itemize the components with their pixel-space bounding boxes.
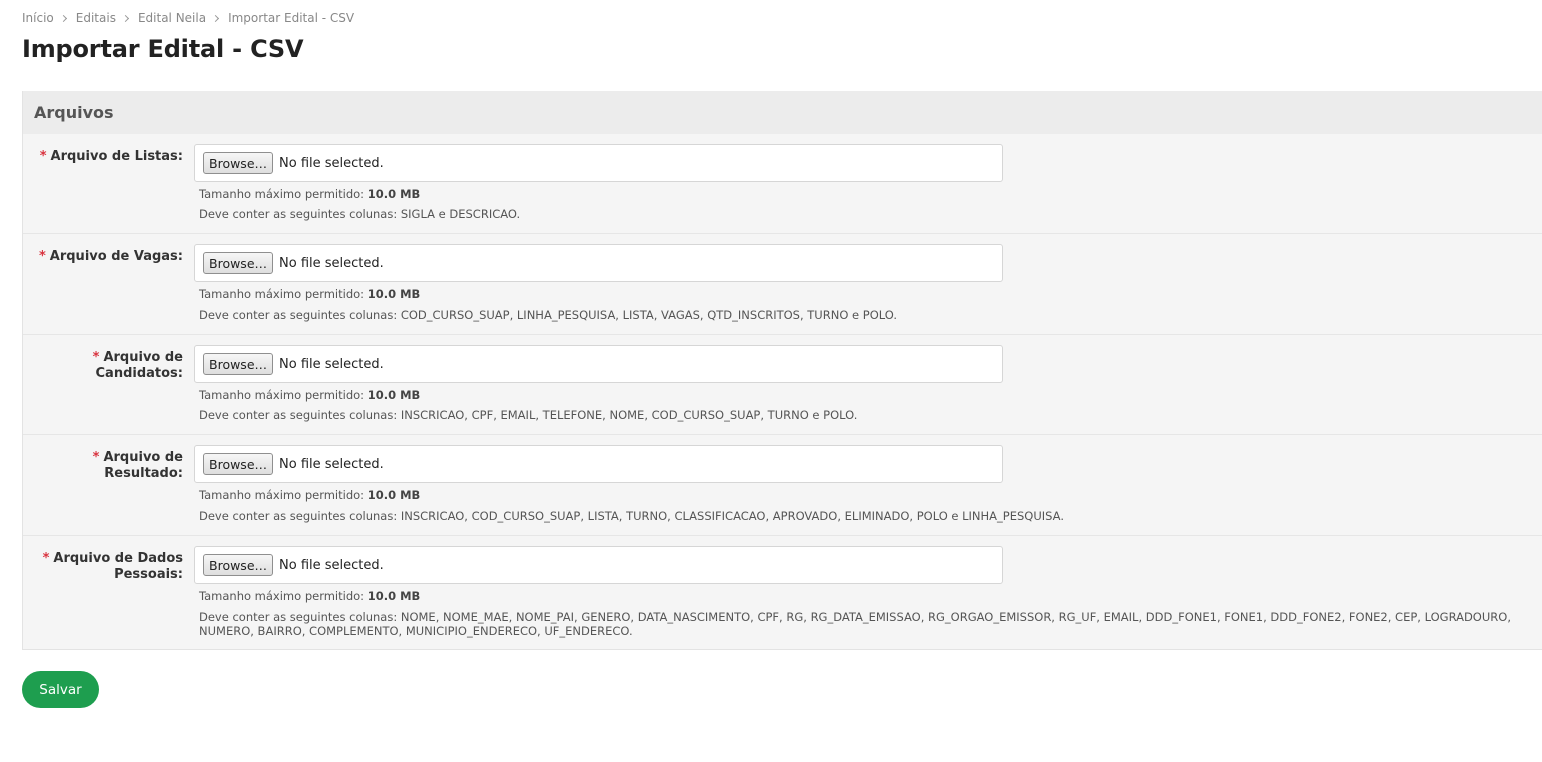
file-input-listas[interactable]: Browse… No file selected. [194, 144, 1003, 182]
field-label-vagas: * Arquivo de Vagas: [38, 249, 183, 264]
form-row-vagas: * Arquivo de Vagas: Browse… No file selec… [23, 234, 1542, 335]
max-size-hint: Tamanho máximo permitido: 10.0 MB [199, 488, 421, 502]
browse-button[interactable]: Browse… [203, 554, 274, 576]
file-status-text: No file selected. [279, 456, 384, 472]
field-label-listas: * Arquivo de Listas: [39, 149, 183, 164]
chevron-right-icon [121, 14, 129, 22]
required-mark: * [39, 149, 47, 164]
save-button[interactable]: Salvar [22, 671, 99, 708]
fieldset-legend: Arquivos [23, 91, 1542, 134]
columns-hint: Deve conter as seguintes colunas: NOME, … [199, 610, 1511, 638]
file-input-resultado[interactable]: Browse… No file selected. [194, 445, 1003, 483]
max-size-hint: Tamanho máximo permitido: 10.0 MB [199, 589, 421, 603]
breadcrumb-link-editais[interactable]: Editais [76, 11, 116, 25]
files-fieldset: Arquivos * Arquivo de Listas: Browse… No … [22, 91, 1542, 650]
file-status-text: No file selected. [279, 255, 384, 271]
columns-hint: Deve conter as seguintes colunas: COD_CU… [199, 308, 897, 322]
chevron-right-icon [212, 14, 220, 22]
file-status-text: No file selected. [279, 557, 384, 573]
breadcrumb: Início Editais Edital Neila Importar Edi… [22, 11, 354, 25]
file-input-dados-pessoais[interactable]: Browse… No file selected. [194, 546, 1003, 584]
file-status-text: No file selected. [279, 356, 384, 372]
max-size-hint: Tamanho máximo permitido: 10.0 MB [199, 287, 421, 301]
max-size-hint: Tamanho máximo permitido: 10.0 MB [199, 388, 421, 402]
file-input-candidatos[interactable]: Browse… No file selected. [194, 345, 1003, 383]
page-title: Importar Edital - CSV [22, 35, 304, 63]
file-input-vagas[interactable]: Browse… No file selected. [194, 244, 1003, 282]
required-mark: * [92, 350, 100, 365]
required-mark: * [92, 450, 100, 465]
field-label-resultado: * Arquivo de Resultado: [92, 450, 183, 481]
browse-button[interactable]: Browse… [203, 152, 274, 174]
breadcrumb-link-inicio[interactable]: Início [22, 11, 54, 25]
form-row-listas: * Arquivo de Listas: Browse… No file sele… [23, 134, 1542, 234]
columns-hint: Deve conter as seguintes colunas: INSCRI… [199, 509, 1064, 523]
file-status-text: No file selected. [279, 155, 384, 171]
required-mark: * [38, 249, 46, 264]
columns-hint: Deve conter as seguintes colunas: INSCRI… [199, 408, 858, 422]
form-row-candidatos: * Arquivo de Candidatos: Browse… No file s… [23, 335, 1542, 435]
browse-button[interactable]: Browse… [203, 252, 274, 274]
browse-button[interactable]: Browse… [203, 353, 274, 375]
field-label-dados-pessoais: * Arquivo de Dados Pessoais: [42, 551, 183, 582]
field-label-candidatos: * Arquivo de Candidatos: [92, 350, 183, 381]
breadcrumb-current: Importar Edital - CSV [228, 11, 355, 25]
max-size-hint: Tamanho máximo permitido: 10.0 MB [199, 187, 421, 201]
form-row-resultado: * Arquivo de Resultado: Browse… No file s… [23, 435, 1542, 536]
browse-button[interactable]: Browse… [203, 453, 274, 475]
required-mark: * [42, 551, 50, 566]
form-row-dados-pessoais: * Arquivo de Dados Pessoais: Browse… No fi… [23, 536, 1542, 650]
breadcrumb-link-edital[interactable]: Edital Neila [138, 11, 206, 25]
columns-hint: Deve conter as seguintes colunas: SIGLA … [199, 207, 521, 221]
chevron-right-icon [59, 14, 67, 22]
